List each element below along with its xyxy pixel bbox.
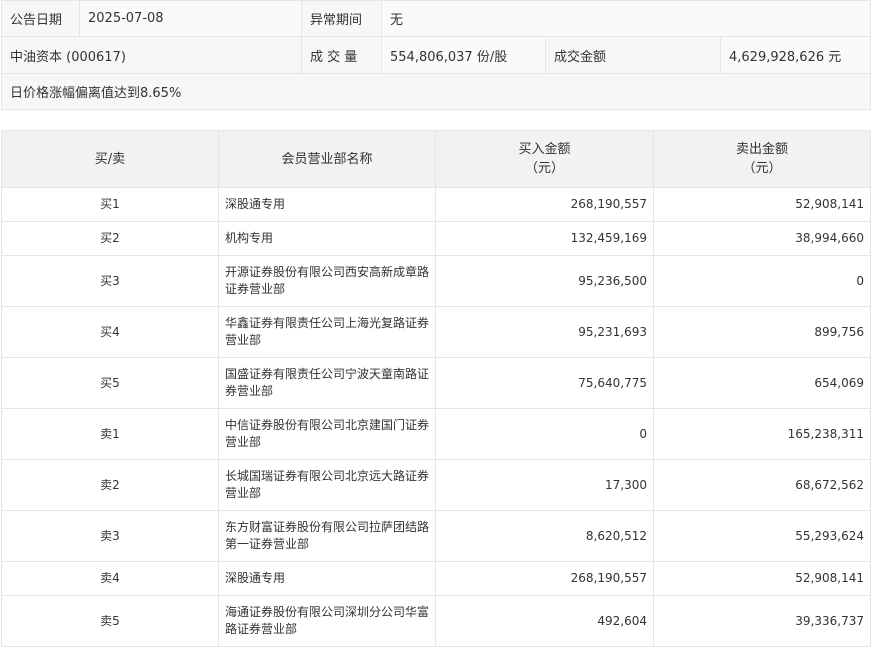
abnormal-period-value: 无 bbox=[380, 0, 872, 37]
header-sell-line1: 卖出金额 bbox=[735, 142, 788, 157]
abnormal-reason: 日价格涨幅偏离值达到8.65% bbox=[0, 73, 872, 110]
table-row: 买4 华鑫证券有限责任公司上海光复路证券营业部 95,231,693 899,7… bbox=[1, 306, 871, 358]
side-cell: 卖4 bbox=[1, 561, 219, 596]
announce-date-label: 公告日期 bbox=[1, 0, 80, 37]
table-row: 买2 机构专用 132,459,169 38,994,660 bbox=[1, 221, 871, 256]
header-buy-line1: 买入金额 bbox=[518, 142, 571, 157]
amount-label: 成交金额 bbox=[545, 36, 721, 74]
sell-amount-cell: 165,238,311 bbox=[653, 408, 871, 460]
table-row: 卖5 海通证券股份有限公司深圳分公司华富路证券营业部 492,604 39,33… bbox=[1, 595, 871, 647]
sell-amount-cell: 899,756 bbox=[653, 306, 871, 358]
sell-amount-cell: 52,908,141 bbox=[653, 561, 871, 596]
side-cell: 买3 bbox=[1, 255, 219, 307]
header-buy-line2: （元） bbox=[524, 161, 564, 176]
table-row: 买1 深股通专用 268,190,557 52,908,141 bbox=[1, 187, 871, 222]
table-row: 卖2 长城国瑞证券有限公司北京远大路证券营业部 17,300 68,672,56… bbox=[1, 459, 871, 511]
announce-date-value: 2025-07-08 bbox=[79, 0, 302, 37]
header-sell-line2: （元） bbox=[742, 161, 782, 176]
broker-name-cell: 中信证券股份有限公司北京建国门证券营业部 bbox=[218, 408, 436, 460]
sell-amount-cell: 654,069 bbox=[653, 357, 871, 409]
buy-amount-cell: 75,640,775 bbox=[435, 357, 654, 409]
header-side: 买/卖 bbox=[1, 130, 219, 188]
sell-amount-cell: 0 bbox=[653, 255, 871, 307]
buy-amount-cell: 132,459,169 bbox=[435, 221, 654, 256]
table-row: 卖3 东方财富证券股份有限公司拉萨团结路第一证券营业部 8,620,512 55… bbox=[1, 510, 871, 562]
buy-amount-cell: 95,231,693 bbox=[435, 306, 654, 358]
side-cell: 买2 bbox=[1, 221, 219, 256]
header-buy-amount: 买入金额 （元） bbox=[435, 130, 654, 188]
table-row: 卖1 中信证券股份有限公司北京建国门证券营业部 0 165,238,311 bbox=[1, 408, 871, 460]
sell-amount-cell: 55,293,624 bbox=[653, 510, 871, 562]
volume-label: 成 交 量 bbox=[301, 36, 382, 74]
side-cell: 卖3 bbox=[1, 510, 219, 562]
broker-detail-table: 买/卖 会员营业部名称 买入金额 （元） 卖出金额 （元） 买1 深股通专用 268… bbox=[1, 130, 871, 647]
broker-name-cell: 海通证券股份有限公司深圳分公司华富路证券营业部 bbox=[218, 595, 436, 647]
buy-amount-cell: 268,190,557 bbox=[435, 561, 654, 596]
broker-name-cell: 东方财富证券股份有限公司拉萨团结路第一证券营业部 bbox=[218, 510, 436, 562]
broker-name-cell: 深股通专用 bbox=[218, 561, 436, 596]
side-cell: 买4 bbox=[1, 306, 219, 358]
buy-amount-cell: 268,190,557 bbox=[435, 187, 654, 222]
summary-table: 公告日期 2025-07-08 异常期间 无 中油资本 (000617) 成 交… bbox=[0, 0, 872, 110]
header-broker-name: 会员营业部名称 bbox=[218, 130, 436, 188]
header-sell-amount: 卖出金额 （元） bbox=[653, 130, 871, 188]
side-cell: 卖2 bbox=[1, 459, 219, 511]
abnormal-period-label: 异常期间 bbox=[301, 0, 382, 37]
side-cell: 买5 bbox=[1, 357, 219, 409]
buy-amount-cell: 95,236,500 bbox=[435, 255, 654, 307]
broker-name-cell: 国盛证券有限责任公司宁波天童南路证券营业部 bbox=[218, 357, 436, 409]
header-row: 买/卖 会员营业部名称 买入金额 （元） 卖出金额 （元） bbox=[1, 130, 871, 188]
table-row: 买5 国盛证券有限责任公司宁波天童南路证券营业部 75,640,775 654,… bbox=[1, 357, 871, 409]
sell-amount-cell: 38,994,660 bbox=[653, 221, 871, 256]
buy-amount-cell: 8,620,512 bbox=[435, 510, 654, 562]
side-cell: 卖1 bbox=[1, 408, 219, 460]
buy-amount-cell: 492,604 bbox=[435, 595, 654, 647]
sell-amount-cell: 39,336,737 bbox=[653, 595, 871, 647]
side-cell: 卖5 bbox=[1, 595, 219, 647]
side-cell: 买1 bbox=[1, 187, 219, 222]
broker-name-cell: 华鑫证券有限责任公司上海光复路证券营业部 bbox=[218, 306, 436, 358]
sell-amount-cell: 52,908,141 bbox=[653, 187, 871, 222]
volume-value: 554,806,037 份/股 bbox=[381, 36, 546, 74]
broker-name-cell: 深股通专用 bbox=[218, 187, 436, 222]
broker-name-cell: 长城国瑞证券有限公司北京远大路证券营业部 bbox=[218, 459, 436, 511]
buy-amount-cell: 17,300 bbox=[435, 459, 654, 511]
table-row: 卖4 深股通专用 268,190,557 52,908,141 bbox=[1, 561, 871, 596]
stock-name: 中油资本 (000617) bbox=[1, 36, 302, 74]
sell-amount-cell: 68,672,562 bbox=[653, 459, 871, 511]
table-row: 买3 开源证券股份有限公司西安高新成章路证券营业部 95,236,500 0 bbox=[1, 255, 871, 307]
amount-value: 4,629,928,626 元 bbox=[719, 36, 872, 74]
buy-amount-cell: 0 bbox=[435, 408, 654, 460]
broker-name-cell: 开源证券股份有限公司西安高新成章路证券营业部 bbox=[218, 255, 436, 307]
broker-name-cell: 机构专用 bbox=[218, 221, 436, 256]
